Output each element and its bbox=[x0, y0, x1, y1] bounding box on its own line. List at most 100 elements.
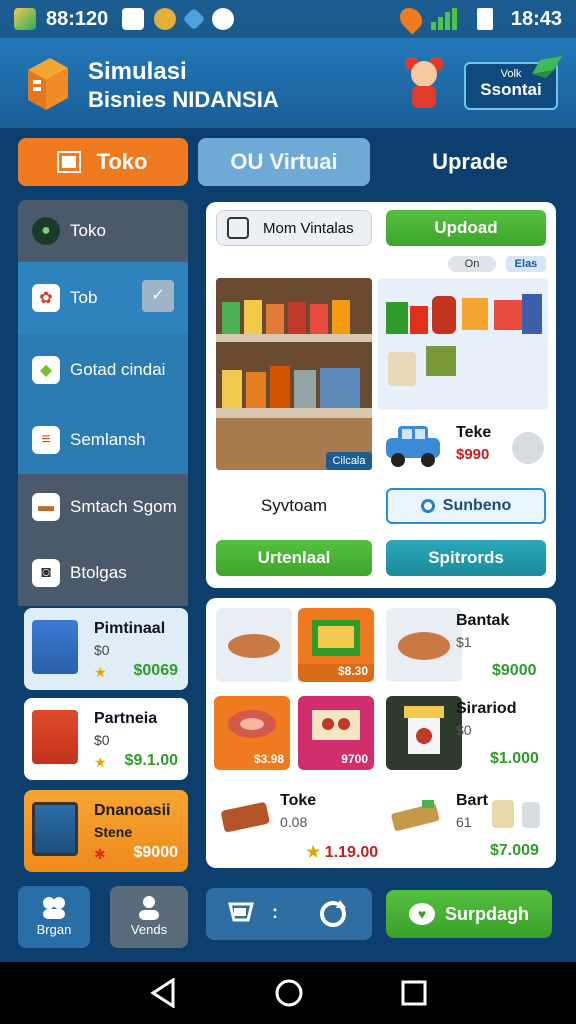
sidebar-item-label: Semlansh bbox=[70, 430, 146, 449]
action-button-teal[interactable]: Spitrords bbox=[386, 540, 546, 576]
sidebar-item-smtach[interactable]: ▬ Smtach Sgom bbox=[18, 474, 188, 540]
grid-row-title: Bantak bbox=[456, 612, 510, 629]
tab-upgrade[interactable]: Uprade bbox=[380, 138, 560, 186]
vends-button[interactable]: Vends bbox=[110, 886, 188, 948]
cart-icon[interactable] bbox=[226, 900, 258, 928]
tab-toko-label: Toko bbox=[96, 149, 148, 174]
grid-row-sub: 61 bbox=[456, 814, 472, 830]
store-selector[interactable]: Mom Vintalas bbox=[216, 210, 372, 246]
tile-price: 9700 bbox=[341, 752, 368, 766]
grid-row-price: $1.000 bbox=[490, 750, 539, 767]
tile-price: $3.98 bbox=[253, 752, 284, 766]
refresh-icon[interactable] bbox=[316, 898, 350, 930]
tile-price bbox=[386, 752, 462, 770]
subscribe-bottom-label: Surpdagh bbox=[445, 903, 529, 924]
subscribe-button-label: Sunbeno bbox=[442, 497, 512, 514]
store-logo-icon bbox=[28, 58, 68, 110]
subscribe-bottom-button[interactable]: ♥ Surpdagh bbox=[386, 890, 552, 938]
back-icon[interactable] bbox=[149, 978, 177, 1008]
diamond-icon bbox=[182, 7, 206, 31]
products-icon bbox=[386, 294, 542, 386]
radio-icon bbox=[420, 499, 435, 513]
toggle-switch[interactable]: On Elas bbox=[448, 256, 546, 272]
subscribe-button[interactable]: Sunbeno bbox=[386, 488, 546, 524]
tablet-icon bbox=[32, 802, 78, 856]
heart-icon: ♥ bbox=[409, 903, 435, 925]
expand-icon[interactable] bbox=[512, 432, 544, 464]
checkmark-icon[interactable]: ✓ bbox=[142, 280, 174, 312]
grocery-shelf-icon bbox=[216, 278, 372, 470]
sidebar-item-btolgas[interactable]: ◙ Btolgas bbox=[18, 540, 188, 606]
recents-icon[interactable] bbox=[401, 980, 427, 1006]
sidebar: ● Toko ✿ Tob ✓ ◆ Gotad cindai ≡ Semlansh… bbox=[18, 200, 188, 872]
grid-row-info: Bart 61 bbox=[456, 792, 488, 830]
grid-tile[interactable]: $8.30 bbox=[298, 608, 374, 682]
status-right: 18:43 bbox=[395, 3, 562, 35]
grid-tile[interactable] bbox=[216, 608, 292, 682]
tab-upgrade-label: Uprade bbox=[432, 149, 508, 174]
sidebar-item-label: Smtach Sgom bbox=[70, 497, 177, 516]
card-price: $9.1.00 bbox=[124, 752, 178, 769]
sidebar-item-label: Gotad cindai bbox=[70, 360, 166, 379]
grid-row-sub: $1 bbox=[456, 634, 472, 650]
grid-row-sub: $0 bbox=[456, 722, 472, 738]
grid-row-sub: 0.08 bbox=[280, 814, 308, 830]
sidebar-item-tob[interactable]: ✿ Tob ✓ bbox=[18, 262, 188, 334]
shop-button[interactable]: Brgan bbox=[18, 886, 90, 948]
shelf-image[interactable] bbox=[216, 278, 372, 470]
app-title: Simulasi bbox=[88, 58, 187, 85]
sandwich-icon[interactable] bbox=[388, 796, 444, 836]
card-sub: Stene bbox=[94, 824, 133, 840]
grid-tile[interactable]: 9700 bbox=[298, 696, 374, 770]
delivery-title: Teke bbox=[456, 424, 492, 441]
sidebar-item-label: Toko bbox=[70, 221, 106, 240]
tile-price bbox=[386, 664, 462, 682]
delivery-price: $990 bbox=[456, 446, 490, 463]
tab-virtual[interactable]: OU Virtuai bbox=[198, 138, 370, 186]
grid-tile[interactable] bbox=[386, 696, 462, 770]
toko-icon: ● bbox=[32, 217, 60, 245]
brick-bread-icon[interactable] bbox=[218, 796, 274, 836]
grid-row-price: $9000 bbox=[492, 662, 537, 679]
people-icon bbox=[43, 897, 65, 919]
sidebar-product-card[interactable]: Dnanoasii Stene ✱ $9000 bbox=[24, 790, 188, 872]
toolbar-separator: : bbox=[272, 902, 278, 922]
app-icon bbox=[14, 8, 36, 30]
sidebar-item-label: Tob bbox=[70, 288, 98, 307]
products-image[interactable] bbox=[378, 278, 548, 410]
grid-row-price: $7.009 bbox=[490, 842, 539, 859]
home-icon[interactable] bbox=[274, 978, 304, 1008]
grid-row-title: Sirariod bbox=[456, 700, 517, 717]
status-time: 88:120 bbox=[46, 7, 109, 30]
star-icon: ✱ bbox=[94, 846, 106, 862]
flower-icon: ✿ bbox=[32, 284, 60, 312]
tab-toko[interactable]: Toko bbox=[18, 138, 188, 186]
bread-icon: ▬ bbox=[32, 493, 60, 521]
tile-price bbox=[216, 664, 292, 682]
action-button-green[interactable]: Urtenlaal bbox=[216, 540, 372, 576]
signal-icon bbox=[430, 8, 457, 30]
shop-button-label: Brgan bbox=[36, 922, 72, 937]
grid-row-price-value: 1.19.00 bbox=[324, 844, 379, 861]
grid-row-title: Toke bbox=[280, 792, 317, 809]
sidebar-item-toko[interactable]: ● Toko bbox=[18, 200, 188, 262]
sidebar-product-card[interactable]: Partneia $0 ★ $9.1.00 bbox=[24, 698, 188, 780]
header-button-label: Ssontai bbox=[480, 80, 542, 99]
grid-tile[interactable] bbox=[386, 608, 462, 682]
star-icon: ★ bbox=[94, 664, 107, 680]
app-subtitle: Bisnies NIDANSIA bbox=[88, 87, 279, 112]
meat-icon bbox=[228, 710, 276, 738]
status-clock: 18:43 bbox=[510, 7, 562, 30]
leaf-icon: ◆ bbox=[32, 356, 60, 384]
delivery-car-icon[interactable] bbox=[384, 420, 442, 468]
battery-icon bbox=[476, 8, 493, 30]
grid-tile[interactable]: $3.98 bbox=[214, 696, 290, 770]
sidebar-item-semlansh[interactable]: ≡ Semlansh bbox=[18, 406, 188, 474]
update-button[interactable]: Updoad bbox=[386, 210, 546, 246]
paw-icon bbox=[212, 8, 235, 30]
card-price: $0069 bbox=[133, 662, 179, 679]
grid-row-info: Bantak $1 bbox=[456, 612, 509, 650]
sidebar-product-card[interactable]: Pimtinaal $0 ★ $0069 bbox=[24, 608, 188, 690]
sidebar-item-gotad[interactable]: ◆ Gotad cindai bbox=[18, 334, 188, 406]
image-icon bbox=[122, 8, 145, 30]
